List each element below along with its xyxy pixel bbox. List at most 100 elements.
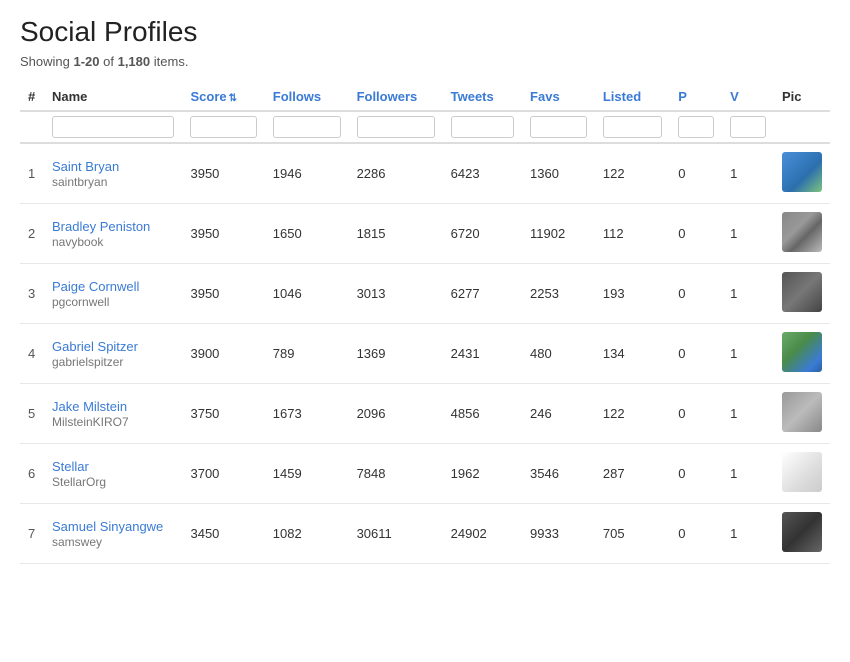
followers-cell: 1369 xyxy=(349,324,443,384)
profile-link[interactable]: Samuel Sinyangwe xyxy=(52,519,174,534)
followers-cell: 3013 xyxy=(349,264,443,324)
followers-cell: 2096 xyxy=(349,384,443,444)
filter-listed[interactable] xyxy=(595,111,670,143)
name-cell: Jake Milstein MilsteinKIRO7 xyxy=(44,384,182,444)
profile-link[interactable]: Saint Bryan xyxy=(52,159,174,174)
username: samswey xyxy=(52,535,102,549)
rank-cell: 4 xyxy=(20,324,44,384)
rank-cell: 3 xyxy=(20,264,44,324)
profile-link[interactable]: Gabriel Spitzer xyxy=(52,339,174,354)
followers-filter-input[interactable] xyxy=(357,116,435,138)
pic-cell xyxy=(774,384,830,444)
pic-cell xyxy=(774,204,830,264)
follows-cell: 1946 xyxy=(265,143,349,204)
name-cell: Gabriel Spitzer gabrielspitzer xyxy=(44,324,182,384)
username: navybook xyxy=(52,235,103,249)
listed-cell: 122 xyxy=(595,384,670,444)
v-filter-input[interactable] xyxy=(730,116,766,138)
col-favs[interactable]: Favs xyxy=(522,83,595,111)
score-cell: 3950 xyxy=(182,204,264,264)
score-cell: 3700 xyxy=(182,444,264,504)
p-filter-input[interactable] xyxy=(678,116,714,138)
listed-filter-input[interactable] xyxy=(603,116,662,138)
rank-cell: 1 xyxy=(20,143,44,204)
followers-cell: 2286 xyxy=(349,143,443,204)
v-cell: 1 xyxy=(722,504,774,564)
profile-link[interactable]: Paige Cornwell xyxy=(52,279,174,294)
p-cell: 0 xyxy=(670,384,722,444)
v-cell: 1 xyxy=(722,324,774,384)
profile-link[interactable]: Bradley Peniston xyxy=(52,219,174,234)
avatar xyxy=(782,152,822,192)
avatar xyxy=(782,452,822,492)
col-v[interactable]: V xyxy=(722,83,774,111)
follows-filter-input[interactable] xyxy=(273,116,341,138)
filter-hash xyxy=(20,111,44,143)
page-title: Social Profiles xyxy=(20,16,830,48)
name-cell: Bradley Peniston navybook xyxy=(44,204,182,264)
avatar xyxy=(782,392,822,432)
filter-tweets[interactable] xyxy=(443,111,522,143)
col-listed[interactable]: Listed xyxy=(595,83,670,111)
filter-favs[interactable] xyxy=(522,111,595,143)
v-cell: 1 xyxy=(722,264,774,324)
p-cell: 0 xyxy=(670,504,722,564)
listed-cell: 134 xyxy=(595,324,670,384)
listed-cell: 112 xyxy=(595,204,670,264)
subtitle: Showing 1-20 of 1,180 items. xyxy=(20,54,830,69)
tweets-cell: 6277 xyxy=(443,264,522,324)
col-p[interactable]: P xyxy=(670,83,722,111)
tweets-filter-input[interactable] xyxy=(451,116,514,138)
table-row: 5 Jake Milstein MilsteinKIRO7 3750 1673 … xyxy=(20,384,830,444)
p-cell: 0 xyxy=(670,204,722,264)
rank-cell: 2 xyxy=(20,204,44,264)
p-cell: 0 xyxy=(670,444,722,504)
favs-cell: 480 xyxy=(522,324,595,384)
tweets-cell: 6720 xyxy=(443,204,522,264)
follows-cell: 1673 xyxy=(265,384,349,444)
filter-followers[interactable] xyxy=(349,111,443,143)
username: StellarOrg xyxy=(52,475,106,489)
p-cell: 0 xyxy=(670,324,722,384)
col-tweets[interactable]: Tweets xyxy=(443,83,522,111)
col-score[interactable]: Score⇅ xyxy=(182,83,264,111)
tweets-cell: 6423 xyxy=(443,143,522,204)
profile-link[interactable]: Jake Milstein xyxy=(52,399,174,414)
favs-cell: 3546 xyxy=(522,444,595,504)
listed-cell: 122 xyxy=(595,143,670,204)
filter-follows[interactable] xyxy=(265,111,349,143)
rank-cell: 6 xyxy=(20,444,44,504)
name-filter-input[interactable] xyxy=(52,116,174,138)
p-cell: 0 xyxy=(670,264,722,324)
follows-cell: 1082 xyxy=(265,504,349,564)
col-follows[interactable]: Follows xyxy=(265,83,349,111)
col-followers[interactable]: Followers xyxy=(349,83,443,111)
table-row: 1 Saint Bryan saintbryan 3950 1946 2286 … xyxy=(20,143,830,204)
table-header-row: # Name Score⇅ Follows Followers Tweets F… xyxy=(20,83,830,111)
username: gabrielspitzer xyxy=(52,355,123,369)
table-body: 1 Saint Bryan saintbryan 3950 1946 2286 … xyxy=(20,143,830,564)
favs-cell: 2253 xyxy=(522,264,595,324)
tweets-cell: 24902 xyxy=(443,504,522,564)
score-cell: 3950 xyxy=(182,264,264,324)
filter-name[interactable] xyxy=(44,111,182,143)
listed-cell: 705 xyxy=(595,504,670,564)
pic-cell xyxy=(774,324,830,384)
followers-cell: 7848 xyxy=(349,444,443,504)
profile-link[interactable]: Stellar xyxy=(52,459,174,474)
name-cell: Samuel Sinyangwe samswey xyxy=(44,504,182,564)
avatar xyxy=(782,332,822,372)
filter-v[interactable] xyxy=(722,111,774,143)
table-row: 7 Samuel Sinyangwe samswey 3450 1082 306… xyxy=(20,504,830,564)
col-hash: # xyxy=(20,83,44,111)
favs-cell: 1360 xyxy=(522,143,595,204)
follows-cell: 789 xyxy=(265,324,349,384)
rank-cell: 7 xyxy=(20,504,44,564)
score-filter-input[interactable] xyxy=(190,116,256,138)
tweets-cell: 2431 xyxy=(443,324,522,384)
favs-filter-input[interactable] xyxy=(530,116,587,138)
filter-p[interactable] xyxy=(670,111,722,143)
filter-score[interactable] xyxy=(182,111,264,143)
table-row: 4 Gabriel Spitzer gabrielspitzer 3900 78… xyxy=(20,324,830,384)
col-name: Name xyxy=(44,83,182,111)
